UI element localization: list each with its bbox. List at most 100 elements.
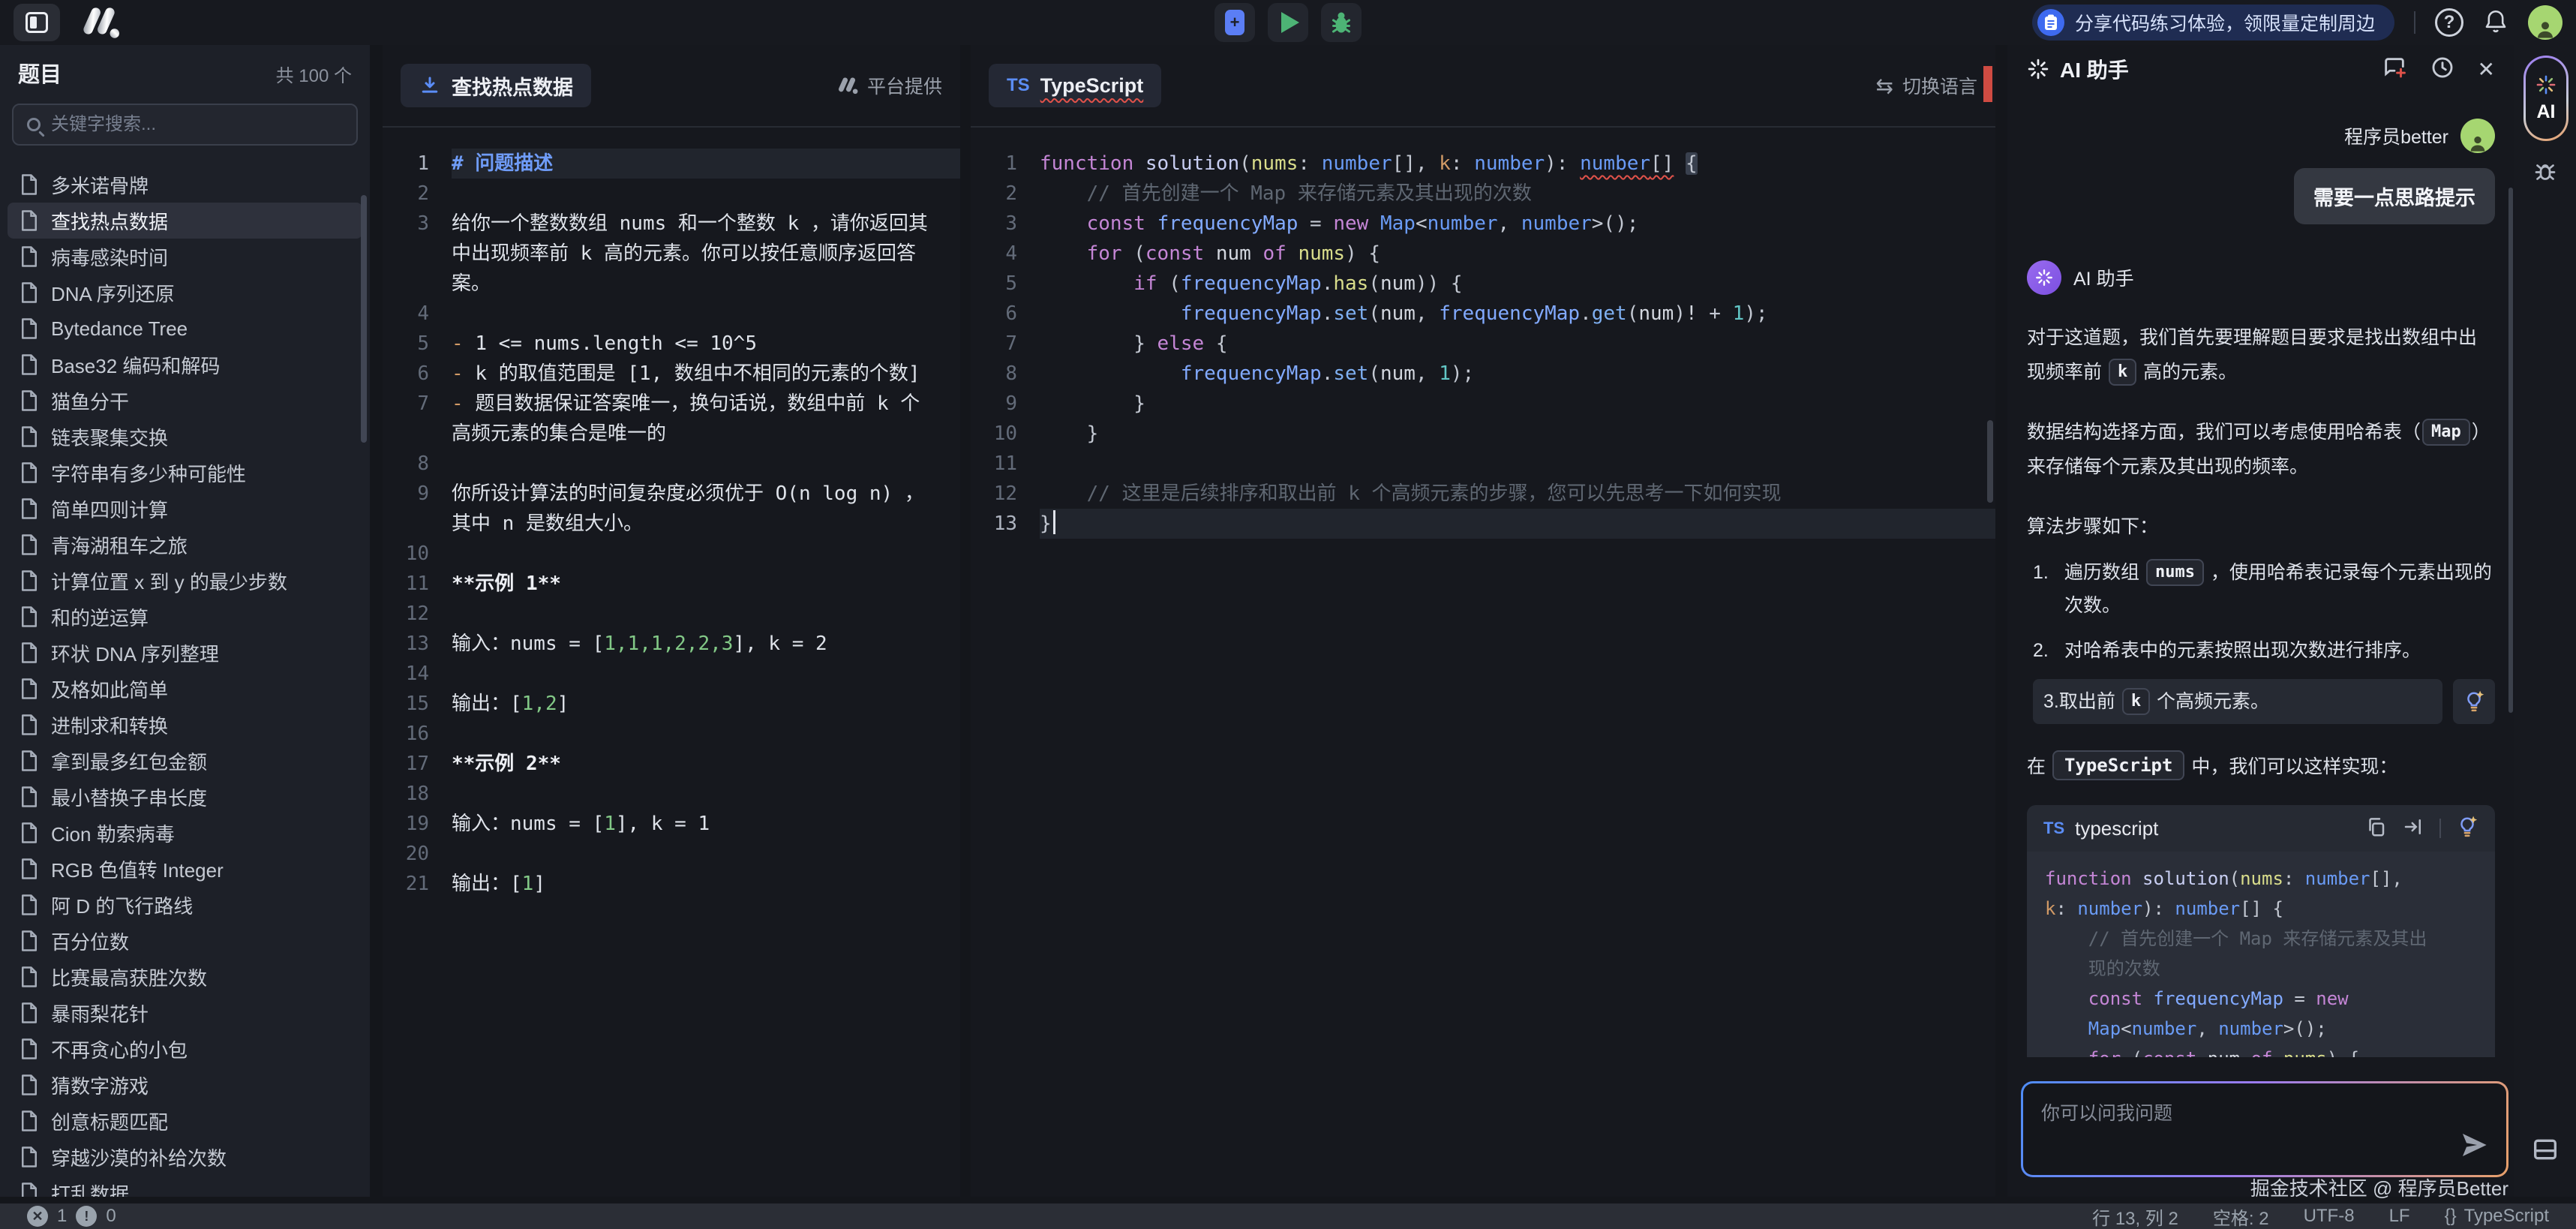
editor-panel: TS TypeScript ⇆ 切换语言 1function solution(… — [971, 45, 1995, 1197]
problem-list-item[interactable]: DNA 序列还原 — [8, 275, 362, 311]
debug-panel-button[interactable] — [2514, 158, 2576, 185]
problem-list-item[interactable]: 计算位置 x 到 y 的最少步数 — [8, 563, 362, 599]
code-line: 11 — [971, 449, 1995, 479]
promo-banner[interactable]: 分享代码练习体验，领限量定制周边 — [2032, 5, 2394, 41]
problem-list-item[interactable]: Base32 编码和解码 — [8, 347, 362, 383]
ai-scrollbar[interactable] — [2508, 188, 2513, 713]
code-line: 8 — [383, 449, 960, 479]
bottom-panel-toggle[interactable] — [2514, 1134, 2576, 1164]
document-icon — [20, 858, 39, 880]
problem-list-item[interactable]: 字符串有多少种可能性 — [8, 455, 362, 491]
problem-list-item[interactable]: Cion 勒索病毒 — [8, 815, 362, 851]
problem-list-item[interactable]: 不再贪心的小包 — [8, 1031, 362, 1067]
run-toolbar: + — [1214, 3, 1362, 42]
switch-language-button[interactable]: ⇆ 切换语言 — [1876, 72, 1977, 99]
indentation[interactable]: 空格: 2 — [2213, 1203, 2269, 1229]
line-content — [452, 179, 960, 209]
warning-icon: ! — [76, 1206, 97, 1227]
problem-list-item[interactable]: 阿 D 的飞行路线 — [8, 887, 362, 923]
problem-list-item[interactable]: 简单四则计算 — [8, 491, 362, 527]
problem-list-item[interactable]: 百分位数 — [8, 923, 362, 959]
code-line: 3给你一个整数数组 nums 和一个整数 k ，请你返回其中出现频率前 k 高的… — [383, 209, 960, 299]
code-line: 16 — [383, 719, 960, 749]
code-editor[interactable]: 1function solution(nums: number[], k: nu… — [971, 129, 1995, 1197]
code-line: 15输出：[1,2] — [383, 689, 960, 719]
search-box[interactable] — [12, 104, 358, 146]
problem-list-item[interactable]: 进制求和转换 — [8, 707, 362, 743]
help-button[interactable]: ? — [2435, 8, 2463, 37]
promo-text: 分享代码练习体验，领限量定制周边 — [2075, 9, 2375, 36]
close-icon: ✕ — [2478, 58, 2495, 81]
ai-assistant-toggle[interactable]: AI — [2523, 56, 2568, 141]
line-content — [452, 719, 960, 749]
sidebar-scrollbar[interactable] — [361, 195, 367, 443]
cursor-position[interactable]: 行 13, 列 2 — [2092, 1203, 2178, 1229]
document-icon — [20, 245, 39, 268]
ai-step: 2.对哈希表中的元素按照出现次数进行排序。 — [2027, 634, 2495, 667]
problem-list-item[interactable]: 拿到最多红包金额 — [8, 743, 362, 779]
bug-icon — [1328, 9, 1355, 36]
play-icon — [1281, 12, 1299, 33]
document-icon — [20, 569, 39, 592]
line-number: 20 — [383, 839, 452, 869]
format-button[interactable]: + — [1214, 3, 1255, 42]
new-chat-button[interactable] — [2382, 55, 2407, 84]
line-content: } — [1040, 509, 1995, 539]
problem-list-item[interactable]: 多米诺骨牌 — [8, 167, 362, 203]
problem-list-item[interactable]: Bytedance Tree — [8, 311, 362, 347]
problem-list-item[interactable]: 及格如此简单 — [8, 671, 362, 707]
problems-summary[interactable]: ✕ 1 ! 0 — [27, 1206, 116, 1227]
problem-list-item[interactable]: 暴雨梨花针 — [8, 995, 362, 1031]
problem-list-item[interactable]: RGB 色值转 Integer — [8, 851, 362, 887]
provider-m-icon — [836, 76, 858, 95]
problem-list-item[interactable]: 查找热点数据 — [8, 203, 362, 239]
user-avatar[interactable] — [2528, 5, 2562, 40]
send-button[interactable] — [2458, 1129, 2490, 1164]
notifications-button[interactable] — [2483, 8, 2508, 38]
debug-button[interactable] — [1321, 3, 1362, 42]
problem-list-item[interactable]: 猫鱼分干 — [8, 383, 362, 419]
run-button[interactable] — [1268, 3, 1308, 42]
problem-list-item[interactable]: 青海湖租车之旅 — [8, 527, 362, 563]
document-icon — [20, 966, 39, 988]
search-input[interactable] — [51, 114, 343, 135]
problem-list-item[interactable]: 病毒感染时间 — [8, 239, 362, 275]
ai-input-box — [2021, 1081, 2508, 1177]
close-button[interactable]: ✕ — [2478, 57, 2495, 82]
step-number: 3. — [2043, 685, 2059, 718]
problem-list-item[interactable]: 猜数字游戏 — [8, 1067, 362, 1103]
line-content: - 题目数据保证答案唯一，换句话说，数组中前 k 个高频元素的集合是唯一的 — [452, 389, 960, 449]
language-tab[interactable]: TS TypeScript — [989, 64, 1161, 107]
ai-paragraph: 对于这道题，我们首先要理解题目要求是找出数组中出现频率前 k 高的元素。 — [2027, 320, 2495, 389]
problem-list-item[interactable]: 创意标题匹配 — [8, 1103, 362, 1139]
problem-list-item[interactable]: 链表聚集交换 — [8, 419, 362, 455]
ai-question-input[interactable] — [2023, 1083, 2506, 1175]
problem-list-item[interactable]: 环状 DNA 序列整理 — [8, 635, 362, 671]
explain-code-button[interactable] — [2456, 816, 2478, 842]
history-button[interactable] — [2430, 55, 2455, 84]
problem-list-item[interactable]: 比赛最高获胜次数 — [8, 959, 362, 995]
insert-code-button[interactable] — [2402, 816, 2424, 842]
code-line: 13} — [971, 509, 1995, 539]
copy-code-button[interactable] — [2364, 816, 2387, 842]
problem-item-label: 打乱数据 — [51, 1179, 129, 1197]
line-number: 4 — [383, 299, 452, 329]
problem-tab[interactable]: 查找热点数据 — [401, 64, 591, 107]
language-mode[interactable]: {} TypeScript — [2445, 1206, 2549, 1227]
line-content: // 首先创建一个 Map 来存储元素及其出现的次数 — [1040, 179, 1995, 209]
sidebar-toggle-button[interactable] — [14, 4, 60, 41]
problem-list-item[interactable]: 和的逆运算 — [8, 599, 362, 635]
error-icon: ✕ — [27, 1206, 48, 1227]
ai-code-line: // 首先创建一个 Map 来存储元素及其出 — [2045, 924, 2477, 954]
problem-list-item[interactable]: 最小替换子串长度 — [8, 779, 362, 815]
editor-scrollbar[interactable] — [1987, 420, 1993, 503]
step-text: 遍历数组 nums ，使用哈希表记录每个元素出现的次数。 — [2064, 556, 2495, 622]
hint-bulb-button[interactable] — [2453, 679, 2495, 724]
person-icon — [2534, 17, 2556, 40]
line-content: # 问题描述 — [452, 149, 960, 179]
encoding[interactable]: UTF-8 — [2304, 1206, 2355, 1227]
problem-list-item[interactable]: 穿越沙漠的补给次数 — [8, 1139, 362, 1175]
problem-list-item[interactable]: 打乱数据 — [8, 1175, 362, 1197]
eol-type[interactable]: LF — [2389, 1206, 2410, 1227]
problem-tab-label: 查找热点数据 — [452, 71, 573, 101]
